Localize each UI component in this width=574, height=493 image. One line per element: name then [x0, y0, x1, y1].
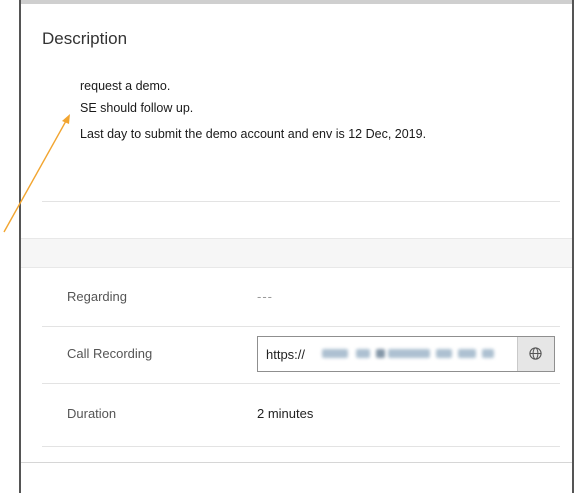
redacted-url-part — [388, 349, 430, 358]
open-url-button[interactable] — [517, 337, 554, 371]
redacted-url-part — [356, 349, 370, 358]
section-separator — [21, 238, 572, 268]
redacted-url-part — [458, 349, 476, 358]
panel-bottom-divider — [21, 462, 572, 463]
field-divider — [42, 383, 560, 384]
description-divider — [42, 201, 560, 202]
redacted-url-part — [436, 349, 452, 358]
globe-icon — [529, 347, 542, 360]
call-recording-url-text: https:// — [266, 347, 306, 362]
field-divider — [42, 326, 560, 327]
arrow-head — [62, 114, 70, 124]
duration-value[interactable]: 2 minutes — [257, 406, 313, 421]
field-divider — [42, 446, 560, 447]
call-recording-label: Call Recording — [67, 346, 153, 361]
redacted-url-part — [376, 349, 385, 358]
redacted-url-part — [482, 349, 494, 358]
panel-top-border — [19, 0, 574, 4]
regarding-value[interactable]: --- — [257, 289, 273, 304]
regarding-label: Regarding — [67, 289, 127, 304]
description-line: request a demo. — [80, 79, 171, 93]
call-recording-url-field[interactable]: https:// — [257, 336, 555, 372]
description-line: SE should follow up. — [80, 101, 194, 115]
activity-detail-panel: Description request a demo. SE should fo… — [0, 0, 574, 493]
duration-label: Duration — [67, 406, 117, 421]
description-heading: Description — [42, 29, 128, 48]
description-line: Last day to submit the demo account and … — [80, 127, 427, 141]
redacted-url-part — [322, 349, 348, 358]
